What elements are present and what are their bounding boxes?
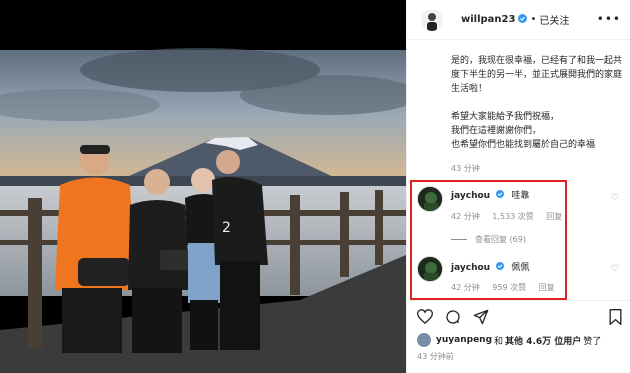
comment-icon[interactable] <box>445 309 461 329</box>
likes-summary[interactable]: yuyanpeng 和 其他 4.6万 位用户 赞了 <box>417 333 601 347</box>
replies-divider <box>451 239 467 240</box>
comment-likes[interactable]: 1,533 次赞 <box>492 212 533 221</box>
view-replies-link[interactable]: 查看回复 (69) <box>451 234 526 245</box>
comment-likes[interactable]: 959 次赞 <box>492 283 526 292</box>
author-avatar[interactable] <box>421 8 443 31</box>
more-options-icon[interactable]: ••• <box>597 12 621 26</box>
svg-text:2: 2 <box>222 220 231 236</box>
commenter-username[interactable]: jaychou <box>451 263 490 273</box>
heart-icon[interactable] <box>416 309 434 328</box>
caption-paragraph-2: 希望大家能給予我們祝福， 我們在這裡謝謝你們， 也希望你們也能找到屬於自己的幸福 <box>451 112 596 150</box>
verified-badge-icon <box>518 13 528 26</box>
liker-username[interactable]: yuyanpeng <box>436 335 492 345</box>
likes-others-count[interactable]: 其他 4.6万 位用户 <box>505 334 581 347</box>
header-separator: • <box>530 14 537 25</box>
comment-heart-icon[interactable]: ♡ <box>611 193 619 203</box>
post-header: willpan23 • 已关注 ••• <box>407 0 630 40</box>
verified-badge-icon <box>496 262 505 273</box>
post-actions-bar <box>407 300 630 330</box>
comment-text: 哇靠 <box>511 191 530 201</box>
reply-button[interactable]: 回复 <box>546 212 562 221</box>
view-replies-label: 查看回复 (69) <box>475 235 526 244</box>
comment-text: 佩佩 <box>511 263 530 273</box>
post-side-panel: willpan23 • 已关注 ••• 是的，我现在很幸福，已经有了和我一起共度… <box>406 0 630 373</box>
post-caption: 是的，我现在很幸福，已经有了和我一起共度下半生的另一半，並正式展開我們的家庭生活… <box>451 54 627 152</box>
commenter-username[interactable]: jaychou <box>451 191 490 201</box>
author-username[interactable]: willpan23 <box>461 14 515 25</box>
photo-illustration: 2 <box>0 0 406 373</box>
commenter-avatar[interactable] <box>417 256 443 282</box>
likes-suffix: 赞了 <box>583 336 602 347</box>
comment-time: 42 分钟 <box>451 283 480 292</box>
liker-avatar <box>417 333 431 347</box>
comment-time: 42 分钟 <box>451 212 480 221</box>
follow-status-button[interactable]: 已关注 <box>539 12 569 27</box>
caption-time: 43 分钟 <box>451 164 480 173</box>
post-timestamp: 43 分钟前 <box>417 352 454 361</box>
post-photo[interactable]: 2 <box>0 0 406 373</box>
likes-joiner: 和 <box>494 336 504 347</box>
share-icon[interactable] <box>473 309 489 329</box>
bookmark-icon[interactable] <box>609 309 622 329</box>
commenter-avatar[interactable] <box>417 186 443 212</box>
comment-heart-icon[interactable]: ♡ <box>611 264 619 274</box>
caption-paragraph-1: 是的，我现在很幸福，已经有了和我一起共度下半生的另一半，並正式展開我們的家庭生活… <box>451 56 623 94</box>
reply-button[interactable]: 回复 <box>539 283 555 292</box>
verified-badge-icon <box>496 190 505 201</box>
